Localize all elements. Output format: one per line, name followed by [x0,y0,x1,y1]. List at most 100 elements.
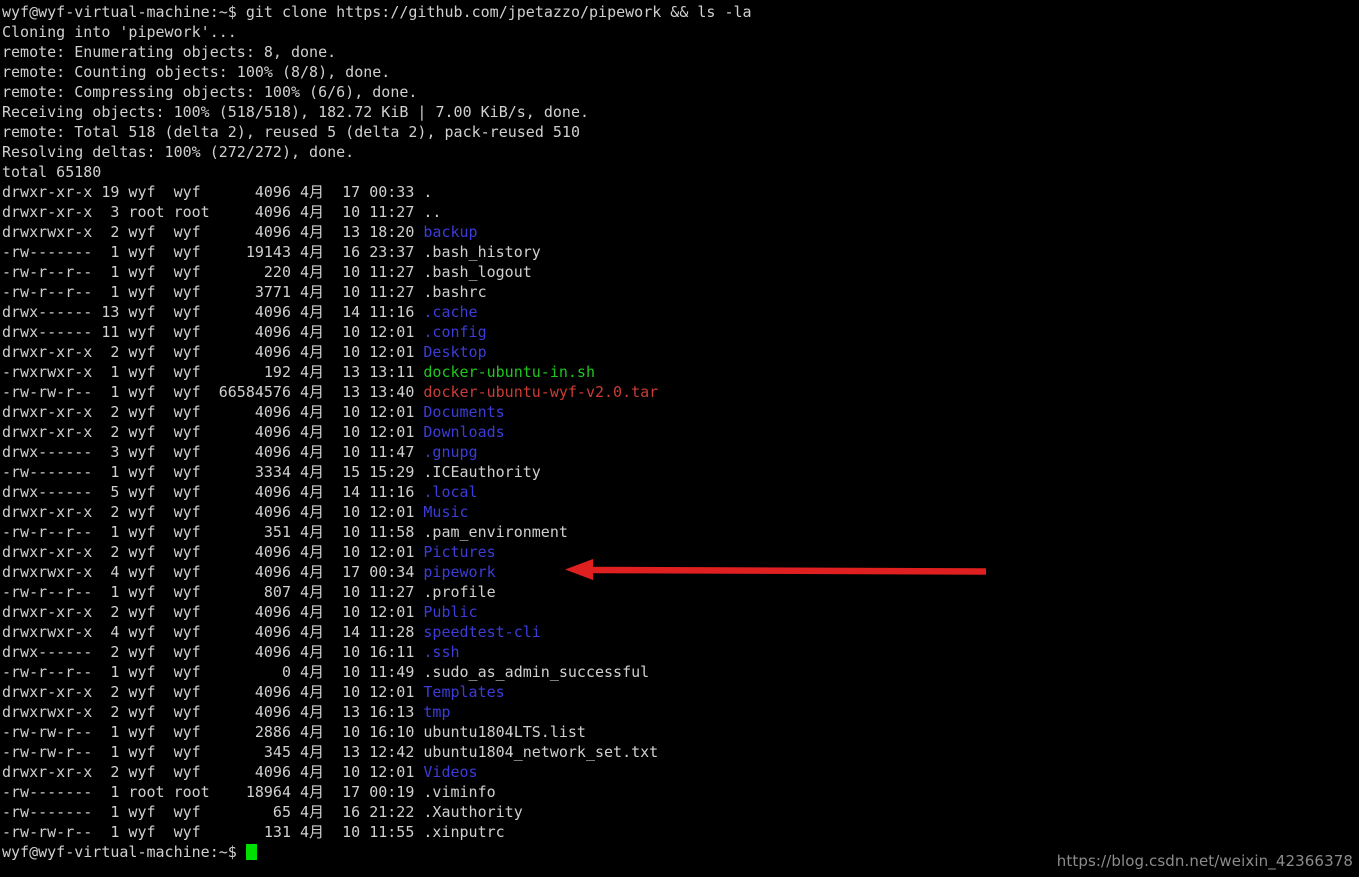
file-size: 4096 [209,763,291,781]
table-row: drwx------ 13 wyf wyf 4096 4月 14 11:16 .… [2,302,1359,322]
file-size: 19143 [209,243,291,261]
file-group: wyf [164,663,210,681]
file-date: 4月 10 16:11 [291,643,424,661]
table-row: -rw-r--r-- 1 wyf wyf 0 4月 10 11:49 .sudo… [2,662,1359,682]
file-permissions: drwxr-xr-x [2,183,93,201]
file-group: wyf [164,623,210,641]
file-owner: wyf [119,243,165,261]
file-date: 4月 10 11:55 [291,823,424,841]
file-permissions: drwxrwxr-x [2,563,93,581]
file-size: 4096 [209,443,291,461]
file-name: .ICEauthority [423,463,541,481]
file-permissions: drwxr-xr-x [2,683,93,701]
file-owner: wyf [119,323,165,341]
file-size: 131 [209,823,291,841]
file-date: 4月 14 11:28 [291,623,424,641]
file-date: 4月 10 11:27 [291,283,424,301]
file-date: 4月 10 11:58 [291,523,424,541]
file-link-count: 19 [92,183,120,201]
file-date: 4月 10 12:01 [291,423,424,441]
file-date: 4月 10 12:01 [291,503,424,521]
command-line: wyf@wyf-virtual-machine:~$ git clone htt… [2,2,1359,22]
file-permissions: -rw-rw-r-- [2,823,93,841]
file-size: 192 [209,363,291,381]
file-group: wyf [164,263,210,281]
file-owner: wyf [119,823,165,841]
file-group: wyf [164,603,210,621]
file-group: wyf [164,763,210,781]
file-permissions: -rwxrwxr-x [2,363,93,381]
file-name: .gnupg [423,443,478,461]
table-row: drwxr-xr-x 2 wyf wyf 4096 4月 10 12:01 Do… [2,402,1359,422]
table-row: -rw------- 1 wyf wyf 65 4月 16 21:22 .Xau… [2,802,1359,822]
file-name: .Xauthority [423,803,523,821]
file-group: wyf [164,583,210,601]
file-name: Downloads [423,423,505,441]
table-row: drwx------ 5 wyf wyf 4096 4月 14 11:16 .l… [2,482,1359,502]
table-row: -rw-r--r-- 1 wyf wyf 807 4月 10 11:27 .pr… [2,582,1359,602]
file-owner: wyf [119,443,165,461]
file-permissions: -rw-r--r-- [2,663,93,681]
shell-prompt-final: wyf@wyf-virtual-machine:~$ [2,843,237,861]
file-name: .cache [423,303,478,321]
output-line: remote: Compressing objects: 100% (6/6),… [2,83,418,101]
file-owner: wyf [119,403,165,421]
file-size: 220 [209,263,291,281]
file-name: speedtest-cli [423,623,541,641]
file-permissions: -rw-rw-r-- [2,723,93,741]
file-owner: wyf [119,263,165,281]
file-name: ubuntu1804LTS.list [423,723,586,741]
file-name: ubuntu1804_network_set.txt [423,743,659,761]
file-size: 4096 [209,323,291,341]
table-row: -rw-rw-r-- 1 wyf wyf 2886 4月 10 16:10 ub… [2,722,1359,742]
file-permissions: drwx------ [2,483,93,501]
file-owner: wyf [119,503,165,521]
file-link-count: 1 [92,583,120,601]
file-group: wyf [164,523,210,541]
file-link-count: 1 [92,803,120,821]
file-date: 4月 13 13:11 [291,363,424,381]
file-link-count: 1 [92,723,120,741]
file-group: root [164,783,210,801]
table-row: drwxr-xr-x 2 wyf wyf 4096 4月 10 12:01 Te… [2,682,1359,702]
table-row: drwxrwxr-x 2 wyf wyf 4096 4月 13 18:20 ba… [2,222,1359,242]
file-name: .bash_history [423,243,541,261]
table-row: -rw-rw-r-- 1 wyf wyf 66584576 4月 13 13:4… [2,382,1359,402]
file-size: 4096 [209,563,291,581]
file-link-count: 1 [92,243,120,261]
file-permissions: drwxr-xr-x [2,403,93,421]
file-size: 807 [209,583,291,601]
file-owner: wyf [119,643,165,661]
file-link-count: 3 [92,443,120,461]
file-size: 4096 [209,543,291,561]
terminal-window[interactable]: wyf@wyf-virtual-machine:~$ git clone htt… [0,0,1359,877]
file-size: 4096 [209,303,291,321]
file-name: .ssh [423,643,460,661]
file-date: 4月 13 12:42 [291,743,424,761]
file-group: wyf [164,503,210,521]
file-size: 4096 [209,603,291,621]
csdn-watermark: https://blog.csdn.net/weixin_42366378 [1056,852,1353,870]
file-permissions: drwxr-xr-x [2,343,93,361]
file-date: 4月 10 12:01 [291,683,424,701]
file-date: 4月 16 23:37 [291,243,424,261]
file-owner: wyf [119,523,165,541]
file-date: 4月 10 12:01 [291,343,424,361]
file-link-count: 2 [92,403,120,421]
file-owner: wyf [119,303,165,321]
file-listing: drwxr-xr-x 19 wyf wyf 4096 4月 17 00:33 .… [2,182,1359,842]
file-date: 4月 10 12:01 [291,763,424,781]
file-size: 345 [209,743,291,761]
file-permissions: -rw-rw-r-- [2,743,93,761]
output-line: Resolving deltas: 100% (272/272), done. [2,143,355,161]
file-owner: wyf [119,223,165,241]
file-owner: wyf [119,343,165,361]
file-date: 4月 17 00:19 [291,783,424,801]
file-date: 4月 10 11:27 [291,583,424,601]
table-row: -rw-r--r-- 1 wyf wyf 3771 4月 10 11:27 .b… [2,282,1359,302]
file-permissions: -rw------- [2,463,93,481]
file-permissions: drwx------ [2,323,93,341]
file-name: Public [423,603,478,621]
file-link-count: 1 [92,263,120,281]
file-size: 4096 [209,183,291,201]
